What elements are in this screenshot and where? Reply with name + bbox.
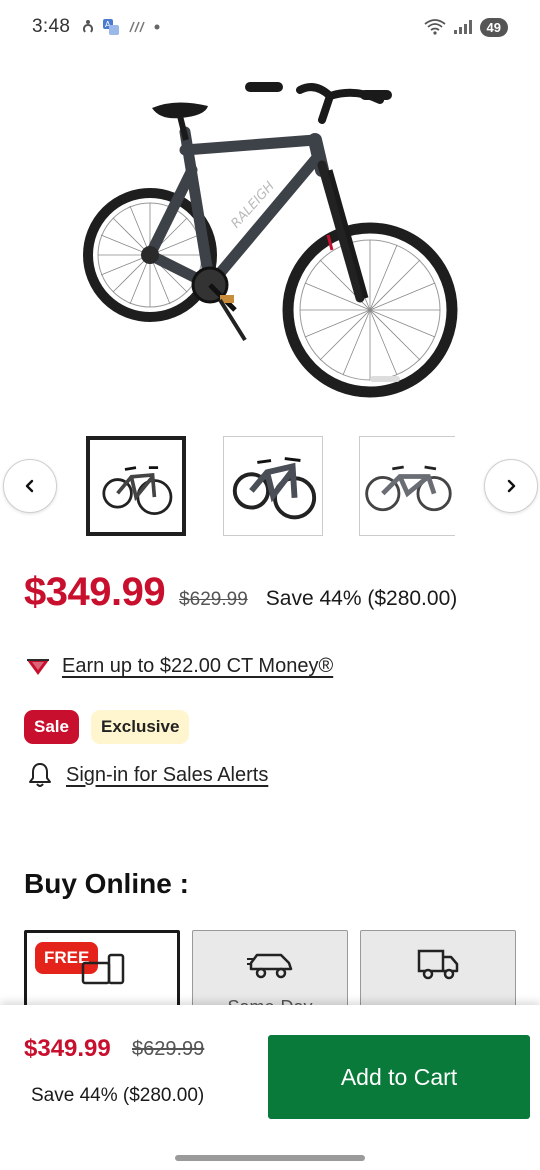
canadian-tire-triangle-icon [27, 658, 49, 675]
home-indicator[interactable] [175, 1155, 365, 1161]
thumbnail-carousel [0, 434, 540, 538]
truck-icon [417, 949, 459, 980]
sale-price: $349.99 [24, 570, 166, 614]
sticky-original-price: $629.99 [132, 1038, 205, 1060]
sales-alert-link[interactable]: Sign-in for Sales Alerts [66, 764, 268, 787]
bike-thumb-icon [102, 466, 173, 515]
thumbnail-3[interactable] [359, 436, 455, 536]
translate-icon: A [103, 19, 120, 35]
carousel-next-button[interactable] [484, 459, 538, 513]
signal-strikes-icon [129, 21, 145, 33]
wifi-icon [423, 19, 446, 35]
thumbnail-1[interactable] [86, 436, 186, 536]
buy-online-title: Buy Online : [24, 868, 189, 899]
bicycle-image: RALEIGH [83, 82, 458, 398]
cell-signal-icon [453, 20, 472, 34]
sales-alert-row: Sign-in for Sales Alerts [28, 762, 268, 788]
pickup-icon [81, 953, 125, 985]
car-icon [247, 953, 293, 979]
carousel-prev-button[interactable] [3, 459, 57, 513]
status-time: 3:48 [32, 16, 71, 37]
bike-thumb-icon [365, 465, 452, 512]
status-right: 49 [423, 17, 508, 37]
bike-thumb-icon [232, 457, 317, 520]
sticky-sale-price: $349.99 [24, 1035, 111, 1062]
accessibility-icon [83, 20, 94, 33]
battery-indicator: 49 [479, 17, 508, 37]
chevron-left-icon [25, 479, 34, 493]
chevron-right-icon [507, 479, 516, 493]
product-main-image[interactable]: RALEIGH [60, 60, 480, 420]
status-bar: 3:48 A 49 [0, 0, 540, 54]
price-row: $349.99 $629.99 Save 44% ($280.00) [24, 570, 457, 615]
sale-badge: Sale [24, 710, 79, 744]
ct-money-row: Earn up to $22.00 CT Money® [26, 655, 333, 678]
original-price: $629.99 [179, 589, 248, 610]
add-to-cart-button[interactable]: Add to Cart [268, 1035, 530, 1119]
product-badges: Sale Exclusive [24, 710, 190, 744]
ct-money-link[interactable]: Earn up to $22.00 CT Money® [62, 655, 333, 678]
exclusive-badge: Exclusive [90, 710, 190, 744]
sticky-savings-text: Save 44% ($280.00) [31, 1085, 205, 1106]
dot-icon [154, 24, 160, 30]
status-notification-icons: A [82, 18, 160, 36]
sticky-add-to-cart-bar: $349.99 $629.99 Save 44% ($280.00) Add t… [0, 1005, 540, 1170]
savings-text: Save 44% ($280.00) [265, 587, 458, 610]
bell-icon [29, 763, 51, 787]
thumbnail-2[interactable] [223, 436, 323, 536]
